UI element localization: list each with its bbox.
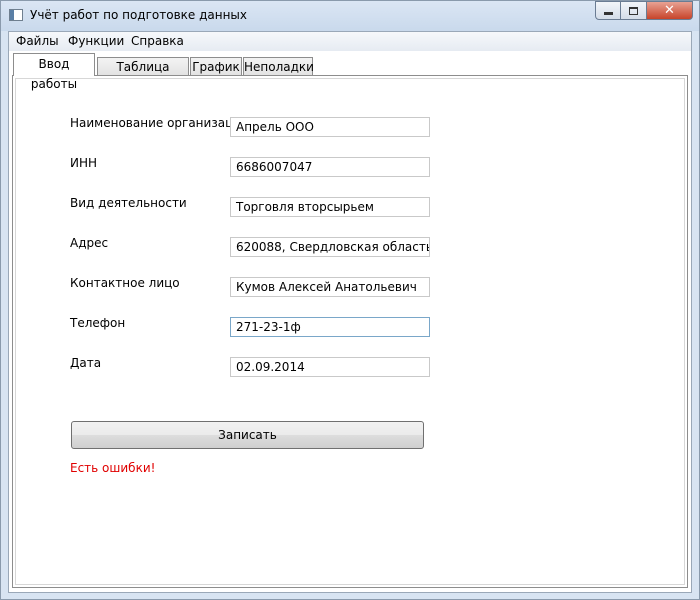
phone-input[interactable]: 271-23-1ф <box>230 317 430 337</box>
error-message: Есть ошибки! <box>70 461 156 475</box>
window-controls: ✕ <box>595 1 693 21</box>
maximize-button[interactable] <box>621 1 647 20</box>
menu-help[interactable]: Справка <box>131 34 184 48</box>
org-name-label: Наименование организации <box>70 116 249 130</box>
maximize-icon <box>629 6 638 15</box>
menu-functions[interactable]: Функции <box>68 34 124 48</box>
date-input[interactable]: 02.09.2014 <box>230 357 430 377</box>
app-icon <box>9 9 23 21</box>
activity-label: Вид деятельности <box>70 196 187 210</box>
address-label: Адрес <box>70 236 109 250</box>
minimize-button[interactable] <box>595 1 621 20</box>
inn-label: ИНН <box>70 156 98 170</box>
close-icon: ✕ <box>664 3 675 18</box>
org-name-input[interactable]: Апрель ООО <box>230 117 430 137</box>
app-window: Учёт работ по подготовке данных ✕ Файлы … <box>0 0 700 600</box>
inn-input[interactable]: 6686007047 <box>230 157 430 177</box>
tab-work-entry[interactable]: Ввод работы <box>13 53 95 91</box>
tab-panel-work-entry: Наименование организации Апрель ООО ИНН … <box>12 75 688 588</box>
tab-issues[interactable]: Неполадки <box>243 57 314 75</box>
activity-input[interactable]: Торговля вторсырьем <box>230 197 430 217</box>
tab-work-table[interactable]: Таблица работ <box>97 57 189 92</box>
tab-strip: Ввод работы Таблица работ График Неполад… <box>9 51 691 92</box>
title-bar[interactable]: Учёт работ по подготовке данных ✕ <box>1 1 699 31</box>
contact-person-input[interactable]: Кумов Алексей Анатольевич <box>230 277 430 297</box>
close-button[interactable]: ✕ <box>647 1 693 20</box>
menu-files[interactable]: Файлы <box>16 34 59 48</box>
contact-person-label: Контактное лицо <box>70 276 180 290</box>
date-label: Дата <box>70 356 102 370</box>
address-input[interactable]: 620088, Свердловская область, Ека <box>230 237 430 257</box>
window-title: Учёт работ по подготовке данных <box>30 8 248 22</box>
save-button[interactable]: Записать <box>71 421 424 449</box>
tab-chart[interactable]: График <box>190 57 242 75</box>
phone-label: Телефон <box>70 316 126 330</box>
form-area: Наименование организации Апрель ООО ИНН … <box>15 78 685 585</box>
menu-bar: Файлы Функции Справка <box>9 32 691 52</box>
client-area: Файлы Функции Справка Ввод работы Таблиц… <box>8 31 692 593</box>
minimize-icon <box>603 12 613 15</box>
